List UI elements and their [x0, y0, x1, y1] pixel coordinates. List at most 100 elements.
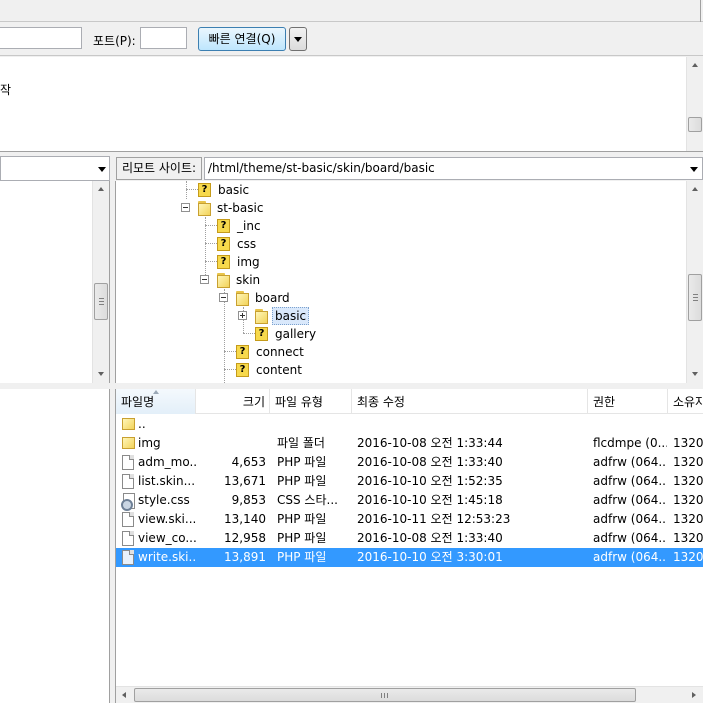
collapse-icon[interactable] [219, 293, 228, 302]
file-row[interactable]: .. [116, 415, 703, 434]
file-size: 13,891 [224, 550, 266, 564]
log-scroll-thumb[interactable] [688, 117, 702, 132]
column-header-label: 크기 [242, 395, 265, 409]
file-name: style.css [138, 493, 190, 507]
scroll-up-icon[interactable] [98, 187, 104, 191]
column-header-type[interactable]: 파일 유형 [270, 389, 352, 414]
file-permissions: flcdmpe (0... [593, 436, 667, 450]
file-row-selected[interactable]: write.ski... 13,891 PHP 파일 2016-10-10 오전… [116, 548, 703, 567]
collapse-icon[interactable] [200, 275, 209, 284]
file-icon [122, 531, 134, 546]
tree-node-label: _inc [237, 219, 261, 233]
folder-icon [233, 291, 249, 306]
file-permissions: adfrw (064... [593, 455, 667, 469]
file-owner: 1320 [673, 531, 703, 545]
column-header-label: 권한 [593, 395, 616, 409]
unknown-folder-icon: ? [217, 237, 230, 251]
file-icon [122, 474, 134, 489]
scroll-left-icon[interactable] [122, 692, 126, 698]
tree-node-label: connect [256, 345, 304, 359]
tree-node-label: basic [218, 183, 250, 197]
column-header-label: 파일 유형 [275, 395, 323, 409]
column-header-label: 파일명 [121, 395, 155, 409]
column-header-name[interactable]: 파일명 [116, 389, 196, 414]
file-permissions: adfrw (064... [593, 512, 667, 526]
file-size: 13,671 [224, 474, 266, 488]
unknown-folder-icon: ? [236, 363, 249, 377]
local-file-list [0, 389, 110, 703]
file-permissions: adfrw (064... [593, 531, 667, 545]
remote-tree-scrollbar[interactable] [686, 181, 703, 383]
top-toolbar-strip [0, 0, 703, 22]
remote-list-hscroll-thumb[interactable] [134, 688, 636, 702]
log-scrollbar[interactable] [686, 57, 703, 151]
file-type: PHP 파일 [277, 474, 327, 488]
password-input[interactable] [0, 27, 82, 49]
file-modified: 2016-10-08 오전 1:33:40 [357, 455, 503, 469]
scroll-down-icon[interactable] [98, 372, 104, 376]
folder-icon [122, 437, 135, 449]
column-header-size[interactable]: 크기 [196, 389, 270, 414]
tree-node-label: st-basic [217, 201, 264, 215]
remote-tree-scroll-thumb[interactable] [688, 274, 702, 321]
file-name: img [138, 436, 161, 450]
column-header-owner[interactable]: 소유자 [668, 389, 703, 414]
chevron-down-icon[interactable] [98, 167, 106, 172]
file-name: write.ski... [138, 550, 196, 564]
file-name: list.skin.... [138, 474, 196, 488]
local-tree [0, 181, 110, 383]
file-row[interactable]: style.css 9,853 CSS 스타... 2016-10-10 오전 … [116, 491, 703, 511]
tree-node-label: board [255, 291, 290, 305]
column-header-modified[interactable]: 최종 수정 [352, 389, 588, 414]
local-tree-scroll-thumb[interactable] [94, 283, 108, 320]
column-header-permissions[interactable]: 권한 [588, 389, 668, 414]
file-type: 파일 폴더 [277, 436, 325, 450]
message-log: 작 [0, 57, 703, 152]
port-label: 포트(P): [93, 34, 136, 48]
css-file-icon [121, 493, 135, 511]
file-size: 9,853 [231, 493, 266, 507]
scroll-down-icon[interactable] [692, 372, 698, 376]
collapse-icon[interactable] [181, 203, 190, 212]
scroll-up-icon[interactable] [692, 187, 698, 191]
file-row[interactable]: view_co... 12,958 PHP 파일 2016-10-08 오전 1… [116, 529, 703, 548]
file-permissions: adfrw (064... [593, 493, 667, 507]
file-permissions: adfrw (064... [593, 550, 667, 564]
file-modified: 2016-10-08 오전 1:33:40 [357, 531, 503, 545]
unknown-folder-icon: ? [198, 183, 211, 197]
file-type: PHP 파일 [277, 455, 327, 469]
file-size: 4,653 [231, 455, 266, 469]
scroll-right-icon[interactable] [692, 692, 696, 698]
file-permissions: adfrw (064... [593, 474, 667, 488]
tree-node-label: gallery [275, 327, 317, 341]
file-modified: 2016-10-08 오전 1:33:44 [357, 436, 503, 450]
remote-path-input[interactable]: /html/theme/st-basic/skin/board/basic [204, 157, 703, 180]
quickconnect-history-dropdown[interactable] [289, 27, 307, 51]
port-input[interactable] [140, 27, 187, 49]
file-row[interactable]: list.skin.... 13,671 PHP 파일 2016-10-10 오… [116, 472, 703, 491]
remote-list-hscrollbar[interactable] [116, 686, 703, 703]
chevron-down-icon[interactable] [690, 167, 698, 172]
file-owner: 1320 [673, 455, 703, 469]
sort-ascending-icon [153, 390, 159, 394]
local-path-combo[interactable] [0, 156, 110, 181]
local-tree-scrollbar[interactable] [92, 181, 109, 383]
file-row[interactable]: img 파일 폴더 2016-10-08 오전 1:33:44 flcdmpe … [116, 434, 703, 453]
remote-path-value: /html/theme/st-basic/skin/board/basic [208, 161, 435, 175]
tree-node-label: img [237, 255, 260, 269]
file-icon [122, 550, 134, 565]
file-row[interactable]: adm_mo... 4,653 PHP 파일 2016-10-08 오전 1:3… [116, 453, 703, 472]
folder-icon [195, 201, 211, 216]
file-type: PHP 파일 [277, 512, 327, 526]
file-owner: 1320 [673, 436, 703, 450]
scroll-up-icon[interactable] [692, 63, 698, 67]
window-edge [700, 0, 701, 22]
expand-icon[interactable] [238, 311, 247, 320]
quickconnect-bar: 포트(P): 빠른 연결(Q) [0, 22, 703, 56]
file-owner: 1320 [673, 493, 703, 507]
file-name: adm_mo... [138, 455, 196, 469]
quickconnect-button[interactable]: 빠른 연결(Q) [198, 27, 286, 51]
file-name: view_co... [138, 531, 196, 545]
file-row[interactable]: view.ski... 13,140 PHP 파일 2016-10-11 오전 … [116, 510, 703, 529]
unknown-folder-icon: ? [217, 255, 230, 269]
